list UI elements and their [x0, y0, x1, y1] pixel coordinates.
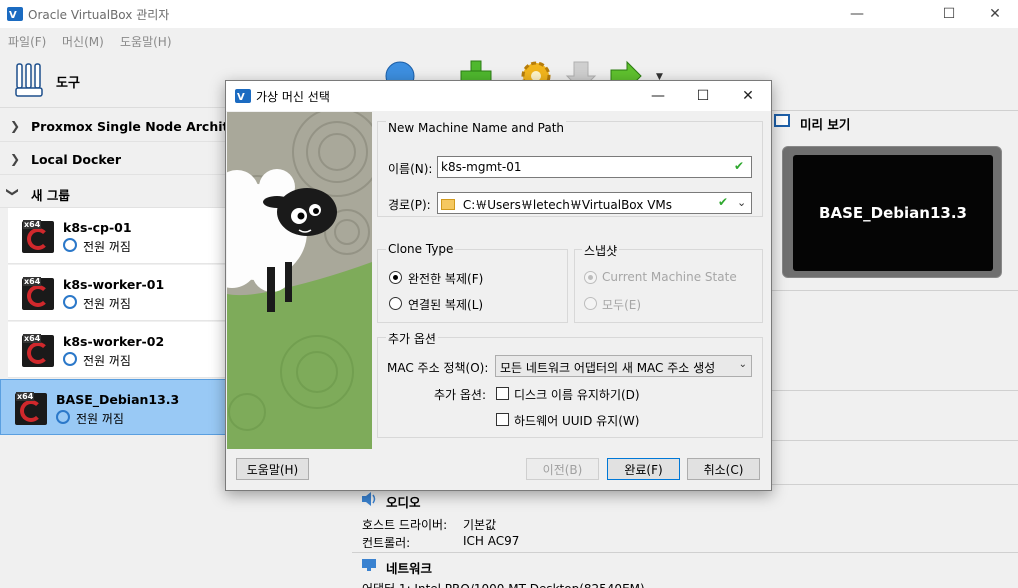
power-off-icon	[56, 410, 70, 424]
clone-full-label[interactable]: 완전한 복제(F)	[408, 270, 483, 287]
debian-os-icon: x64	[15, 392, 47, 425]
network-icon	[362, 559, 376, 571]
valid-check-icon: ✔	[734, 159, 745, 173]
clone-full-radio[interactable]	[389, 271, 402, 284]
keep-hw-uuid-label[interactable]: 하드웨어 UUID 유지(W)	[514, 412, 639, 429]
audio-controller-label: 컨트롤러:	[362, 536, 411, 550]
main-titlebar: V Oracle VirtualBox 관리자 — ☐ ✕	[0, 0, 1018, 28]
sheep-illustration	[227, 112, 372, 449]
close-button[interactable]: ✕	[972, 0, 1018, 28]
minimize-button[interactable]: —	[834, 0, 880, 28]
svg-text:V: V	[237, 92, 245, 103]
vm-name: BASE_Debian13.3	[56, 392, 180, 407]
power-off-icon	[63, 295, 77, 309]
preview-title: 미리 보기	[800, 117, 851, 132]
debian-os-icon: x64	[22, 277, 54, 310]
details-divider	[772, 290, 1018, 291]
mac-policy-label: MAC 주소 정책(O):	[387, 361, 489, 375]
debian-os-icon: x64	[22, 220, 54, 253]
keep-hw-uuid-checkbox[interactable]	[496, 413, 509, 426]
vm-state: 전원 꺼짐	[76, 412, 124, 426]
vm-state: 전원 꺼짐	[83, 354, 131, 368]
menu-machine[interactable]: 머신(M)	[62, 33, 104, 50]
chevron-down-icon: ❯	[6, 186, 21, 198]
clone-linked-label[interactable]: 연결된 복제(L)	[408, 296, 483, 313]
vm-name: k8s-cp-01	[63, 220, 132, 235]
network-adapter1: 어댑터 1: Intel PRO/1000 MT Desktop(82540EM…	[362, 580, 645, 588]
virtualbox-icon: V	[7, 7, 23, 21]
chevron-down-icon[interactable]: ⌄	[737, 196, 746, 209]
clone-linked-radio[interactable]	[389, 297, 402, 310]
preview-frame: BASE_Debian13.3	[782, 146, 1002, 278]
vm-state: 전원 꺼짐	[83, 297, 131, 311]
menu-help[interactable]: 도움말(H)	[120, 33, 172, 50]
vm-name: k8s-worker-02	[63, 334, 165, 349]
group-label: Local Docker	[31, 152, 122, 167]
snapshot-all-radio[interactable]	[584, 297, 597, 310]
virtualbox-icon: V	[235, 89, 251, 103]
vm-name: k8s-worker-01	[63, 277, 165, 292]
window-title: Oracle VirtualBox 관리자	[28, 8, 170, 22]
audio-section-title: 오디오	[386, 495, 421, 510]
snapshot-group-title: 스냅샷	[582, 242, 620, 259]
keep-disk-names-label[interactable]: 디스크 이름 유지하기(D)	[514, 386, 640, 403]
vm-state: 전원 꺼짐	[83, 240, 131, 254]
audio-controller-value: ICH AC97	[463, 534, 520, 548]
finish-button[interactable]: 완료(F)	[607, 458, 680, 480]
back-button[interactable]: 이전(B)	[526, 458, 599, 480]
dialog-close-button[interactable]: ✕	[726, 81, 770, 111]
audio-host-driver-value: 기본값	[463, 518, 497, 532]
extra-options-group-title: 추가 옵션	[386, 330, 438, 347]
valid-check-icon: ✔	[718, 195, 729, 209]
menu-bar: 파일(F) 머신(M) 도움말(H)	[0, 28, 1018, 52]
group-label: 새 그룹	[31, 188, 70, 203]
network-section-title: 네트워크	[386, 561, 433, 576]
snapshot-current-label[interactable]: Current Machine State	[602, 270, 737, 284]
clone-type-group-title: Clone Type	[386, 242, 456, 256]
dialog-title: 가상 머신 선택	[256, 90, 330, 104]
extra-options-label: 추가 옵션:	[434, 388, 487, 402]
menu-file[interactable]: 파일(F)	[8, 33, 46, 50]
cancel-button[interactable]: 취소(C)	[687, 458, 760, 480]
chevron-right-icon: ❯	[10, 152, 21, 166]
chevron-right-icon: ❯	[10, 119, 21, 133]
snapshot-current-radio[interactable]	[584, 271, 597, 284]
keep-disk-names-checkbox[interactable]	[496, 387, 509, 400]
monitor-icon	[774, 114, 790, 127]
clone-vm-dialog: V 가상 머신 선택 — ☐ ✕ New Machine Name and Pa…	[225, 80, 772, 491]
folder-icon	[441, 199, 455, 210]
dialog-maximize-button[interactable]: ☐	[681, 81, 725, 111]
speaker-icon	[362, 492, 376, 506]
preview-screen: BASE_Debian13.3	[793, 155, 993, 271]
help-button[interactable]: 도움말(H)	[236, 458, 309, 480]
tools-label: 도구	[56, 76, 80, 91]
mac-policy-select[interactable]: 모든 네트워크 어댑터의 새 MAC 주소 생성 ⌄	[495, 355, 752, 377]
details-divider	[772, 440, 1018, 441]
maximize-button[interactable]: ☐	[926, 0, 972, 28]
dialog-titlebar: V 가상 머신 선택 — ☐ ✕	[226, 81, 771, 111]
chevron-down-icon: ⌄	[738, 359, 747, 370]
tools-icon	[15, 63, 43, 97]
name-path-group-title: New Machine Name and Path	[386, 121, 567, 135]
path-label: 경로(P):	[388, 198, 431, 212]
dialog-minimize-button[interactable]: —	[636, 81, 680, 111]
debian-os-icon: x64	[22, 334, 54, 367]
details-divider	[772, 390, 1018, 391]
name-label: 이름(N):	[388, 162, 433, 176]
audio-host-driver-label: 호스트 드라이버:	[362, 518, 448, 532]
vm-name-input[interactable]: k8s-mgmt-01	[437, 156, 752, 178]
power-off-icon	[63, 238, 77, 252]
snapshot-all-label[interactable]: 모두(E)	[602, 296, 641, 313]
vm-path-select[interactable]: C:￦Users￦letech￦VirtualBox VMs	[437, 192, 752, 214]
power-off-icon	[63, 352, 77, 366]
details-divider	[352, 552, 1018, 553]
svg-text:V: V	[9, 10, 17, 21]
